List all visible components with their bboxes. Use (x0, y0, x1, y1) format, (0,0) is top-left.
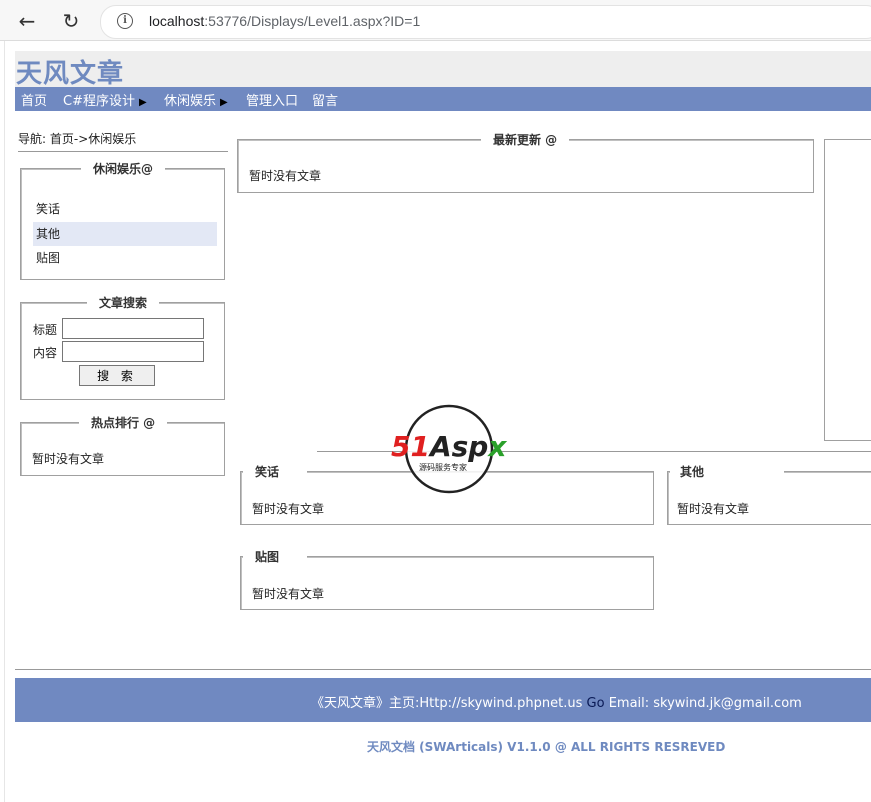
menu-item-home[interactable]: 首页 (21, 90, 47, 109)
hot-ranking-panel: 热点排行 @ 暂时没有文章 (20, 414, 225, 476)
footer-email[interactable]: Email: skywind.jk@gmail.com (609, 696, 802, 711)
category-panel: 休闲娱乐@ 笑话 其他 贴图 (20, 160, 225, 280)
search-button[interactable]: 搜 索 (79, 365, 155, 386)
reload-icon[interactable]: ↻ (58, 8, 84, 34)
site-info-icon[interactable]: i (117, 13, 133, 29)
menu-item-csharp[interactable]: C#程序设计 ▶ (63, 90, 147, 109)
title-search-input[interactable] (62, 318, 204, 339)
breadcrumb: 导航: 首页->休闲娱乐 (18, 132, 137, 146)
search-panel: 文章搜索 标题 内容 搜 索 (20, 294, 225, 400)
pictures-empty-text: 暂时没有文章 (252, 587, 325, 601)
menu-item-leisure[interactable]: 休闲娱乐 ▶ (164, 90, 228, 109)
content-label: 内容 (33, 346, 58, 360)
browser-toolbar: ← ↻ i localhost:53776/Displays/Level1.as… (0, 0, 871, 41)
watermark-brand: 51Aspx (391, 430, 507, 463)
pictures-panel-title: 贴图 (243, 548, 308, 565)
main-menu: 首页 C#程序设计 ▶ 休闲娱乐 ▶ 管理入口 留言 (15, 87, 871, 111)
url-text: localhost:53776/Displays/Level1.aspx?ID=… (149, 13, 421, 29)
watermark-logo: 51Aspx 源码服务专家 (391, 404, 507, 494)
category-panel-title: 休闲娱乐@ (81, 160, 166, 177)
right-side-panel (824, 139, 871, 441)
footer-info: 《天风文章》主页:Http://skywind.phpnet.us Go Ema… (311, 692, 802, 711)
watermark-tagline: 源码服务专家 (419, 462, 467, 472)
latest-updates-title: 最新更新 @ (481, 131, 570, 148)
footer-divider (15, 669, 871, 670)
title-label: 标题 (33, 323, 58, 337)
menu-item-admin[interactable]: 管理入口 (246, 90, 298, 109)
footer-go-link[interactable]: Go (587, 696, 605, 711)
other-panel-title: 其他 (670, 463, 785, 480)
breadcrumb-divider (18, 151, 228, 152)
jokes-empty-text: 暂时没有文章 (252, 502, 325, 516)
hot-ranking-empty-text: 暂时没有文章 (32, 452, 105, 466)
hot-ranking-title: 热点排行 @ (79, 414, 168, 431)
site-title[interactable]: 天风文章 (16, 53, 124, 90)
footer-homepage-link[interactable]: 《天风文章》主页:Http://skywind.phpnet.us (311, 696, 582, 711)
content-search-input[interactable] (62, 341, 204, 362)
category-item-pictures[interactable]: 贴图 (33, 246, 217, 270)
caret-right-icon: ▶ (220, 97, 228, 108)
back-arrow-icon[interactable]: ← (14, 8, 40, 34)
jokes-panel-title: 笑话 (243, 463, 308, 480)
pictures-panel: 贴图 暂时没有文章 (240, 548, 654, 610)
copyright-text: 天风文档 (SWArticals) V1.1.0 @ ALL RIGHTS RE… (367, 740, 726, 754)
latest-updates-panel: 最新更新 @ 暂时没有文章 (237, 131, 814, 193)
address-bar[interactable]: i localhost:53776/Displays/Level1.aspx?I… (100, 5, 871, 39)
other-empty-text: 暂时没有文章 (677, 502, 750, 516)
category-item-other[interactable]: 其他 (33, 222, 217, 246)
other-panel: 其他 暂时没有文章 (667, 463, 871, 525)
caret-right-icon: ▶ (138, 97, 147, 108)
latest-updates-empty-text: 暂时没有文章 (249, 169, 322, 183)
search-panel-title: 文章搜索 (87, 294, 160, 311)
menu-item-message[interactable]: 留言 (312, 90, 338, 109)
header-band (15, 51, 871, 87)
footer-band: 《天风文章》主页:Http://skywind.phpnet.us Go Ema… (15, 678, 871, 722)
web-page: 天风文章 首页 C#程序设计 ▶ 休闲娱乐 ▶ 管理入口 留言 导航: 首页->休闲… (4, 41, 871, 802)
category-item-jokes[interactable]: 笑话 (33, 197, 217, 221)
